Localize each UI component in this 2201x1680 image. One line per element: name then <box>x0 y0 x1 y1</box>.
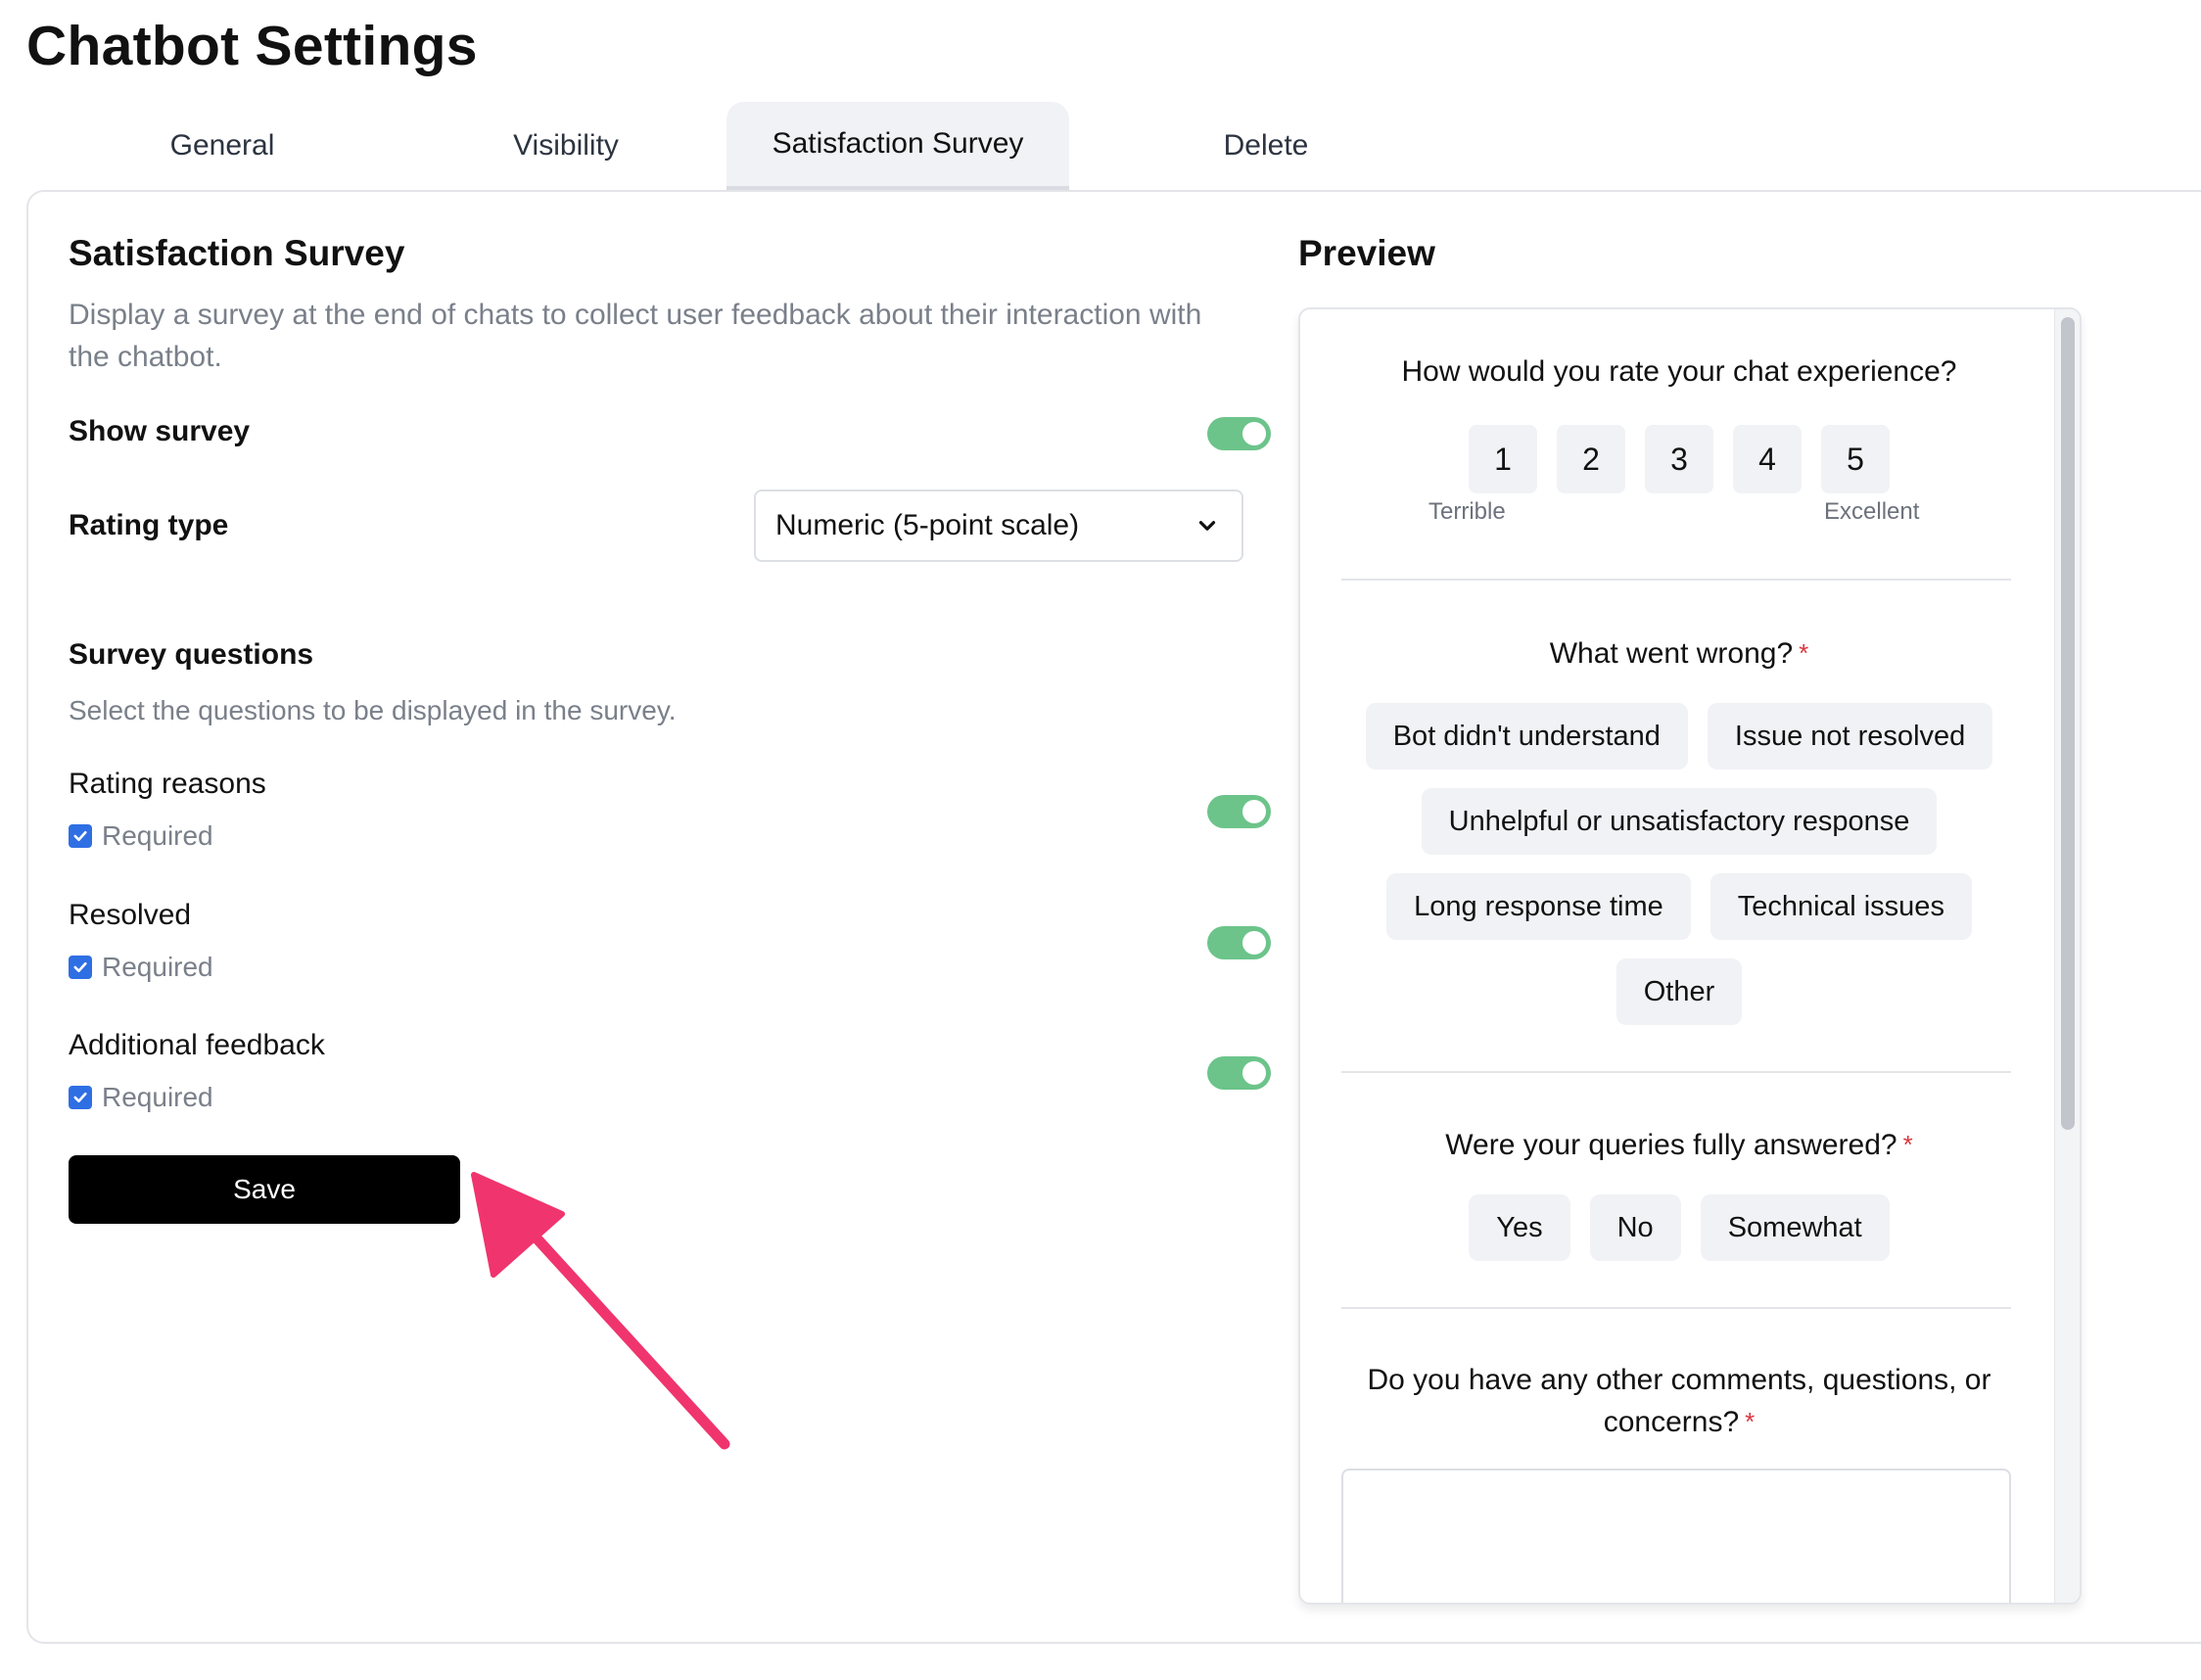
tab-general[interactable]: General <box>51 102 394 190</box>
rating-option[interactable]: 1 <box>1469 425 1537 493</box>
resolved-toggle[interactable] <box>1207 926 1271 959</box>
reason-chip[interactable]: Other <box>1616 958 1743 1025</box>
divider <box>1341 1307 2011 1309</box>
show-survey-label: Show survey <box>69 415 251 447</box>
comments-question-line: Do you have any other comments, question… <box>1367 1364 1991 1396</box>
scale-low-label: Terrible <box>1428 498 1506 525</box>
rating-scale: 1 2 3 4 5 <box>1300 425 2058 493</box>
tab-bar: General Visibility Satisfaction Survey D… <box>26 102 2201 190</box>
rating-option[interactable]: 4 <box>1733 425 1802 493</box>
arrow-annotation-icon <box>471 1172 730 1450</box>
survey-questions-header: Survey questions Select the questions to… <box>69 638 1271 726</box>
rating-type-row: Rating type Numeric (5-point scale) <box>69 490 1271 562</box>
required-label: Required <box>102 1082 213 1112</box>
reason-chip[interactable]: Issue not resolved <box>1707 703 1993 770</box>
show-survey-toggle[interactable] <box>1207 417 1271 450</box>
required-option: Required <box>69 952 1271 983</box>
reason-chips-row: Other <box>1300 958 2058 1025</box>
resolved-question-text: Were your queries fully answered? <box>1445 1129 1897 1161</box>
required-checkbox[interactable] <box>69 956 92 979</box>
divider <box>1341 579 2011 581</box>
check-icon <box>73 830 87 842</box>
tab-delete[interactable]: Delete <box>1095 102 1437 190</box>
rating-reasons-toggle[interactable] <box>1207 795 1271 828</box>
required-option: Required <box>69 820 1271 852</box>
resolved-option[interactable]: No <box>1589 1194 1681 1261</box>
question-label: Resolved <box>69 899 192 931</box>
tab-visibility[interactable]: Visibility <box>395 102 737 190</box>
question-item: Additional feedback Required <box>69 1029 1271 1117</box>
wrong-question-text: What went wrong? <box>1549 637 1794 670</box>
scrollbar-thumb[interactable] <box>2061 317 2075 1130</box>
comments-question: Do you have any other comments, question… <box>1300 1359 2058 1443</box>
reason-chips-row: Bot didn't understand Issue not resolved <box>1300 703 2058 770</box>
section-title: Satisfaction Survey <box>69 233 405 273</box>
preview-title: Preview <box>1298 233 1435 273</box>
required-label: Required <box>102 820 213 851</box>
reason-chip[interactable]: Bot didn't understand <box>1365 703 1688 770</box>
comments-textarea[interactable] <box>1341 1469 2011 1603</box>
additional-feedback-toggle[interactable] <box>1207 1056 1271 1090</box>
rating-option[interactable]: 3 <box>1645 425 1713 493</box>
scale-high-label: Excellent <box>1824 498 1920 525</box>
question-label: Additional feedback <box>69 1029 325 1061</box>
section-description: Display a survey at the end of chats to … <box>69 299 1202 373</box>
question-item: Rating reasons Required <box>69 768 1271 856</box>
required-option: Required <box>69 1082 1271 1113</box>
reason-chip[interactable]: Long response time <box>1386 873 1691 940</box>
question-item: Resolved Required <box>69 899 1271 987</box>
required-checkbox[interactable] <box>69 1086 92 1109</box>
settings-card: Satisfaction Survey Display a survey at … <box>26 190 2201 1644</box>
rating-option[interactable]: 2 <box>1557 425 1625 493</box>
check-icon <box>73 1092 87 1103</box>
divider <box>1341 1071 2011 1073</box>
page-title: Chatbot Settings <box>26 15 478 77</box>
rating-type-select[interactable]: Numeric (5-point scale) <box>754 490 1243 562</box>
survey-questions-description: Select the questions to be displayed in … <box>69 695 677 725</box>
resolved-question: Were your queries fully answered? * <box>1300 1124 2058 1166</box>
rating-question: How would you rate your chat experience? <box>1401 355 1957 388</box>
comments-question-line: concerns? * <box>1603 1406 1756 1438</box>
required-marker: * <box>1745 1407 1756 1436</box>
reason-chip[interactable]: Technical issues <box>1709 873 1972 940</box>
tab-satisfaction-survey[interactable]: Satisfaction Survey <box>726 102 1069 190</box>
preview-scrollbar[interactable] <box>2054 309 2080 1603</box>
settings-panel: Satisfaction Survey Display a survey at … <box>69 233 1271 1224</box>
reason-chip[interactable]: Unhelpful or unsatisfactory response <box>1421 788 1938 855</box>
required-checkbox[interactable] <box>69 824 92 848</box>
required-label: Required <box>102 952 213 982</box>
rating-type-value: Numeric (5-point scale) <box>775 509 1080 541</box>
save-button[interactable]: Save <box>69 1155 460 1224</box>
rating-type-label: Rating type <box>69 509 229 541</box>
survey-questions-label: Survey questions <box>69 638 314 671</box>
rating-option[interactable]: 5 <box>1821 425 1890 493</box>
resolved-options-row: Yes No Somewhat <box>1300 1194 2058 1261</box>
survey-preview: How would you rate your chat experience?… <box>1298 307 2082 1605</box>
required-marker: * <box>1902 1130 1913 1159</box>
resolved-option[interactable]: Somewhat <box>1700 1194 1890 1261</box>
wrong-question: What went wrong? * <box>1300 632 2058 675</box>
chevron-down-icon <box>1198 521 1216 531</box>
check-icon <box>73 961 87 973</box>
reason-chips-row: Unhelpful or unsatisfactory response <box>1300 788 2058 855</box>
show-survey-row: Show survey <box>69 415 1271 454</box>
question-label: Rating reasons <box>69 768 266 800</box>
reason-chips-row: Long response time Technical issues <box>1300 873 2058 940</box>
resolved-option[interactable]: Yes <box>1469 1194 1570 1261</box>
required-marker: * <box>1799 638 1809 668</box>
